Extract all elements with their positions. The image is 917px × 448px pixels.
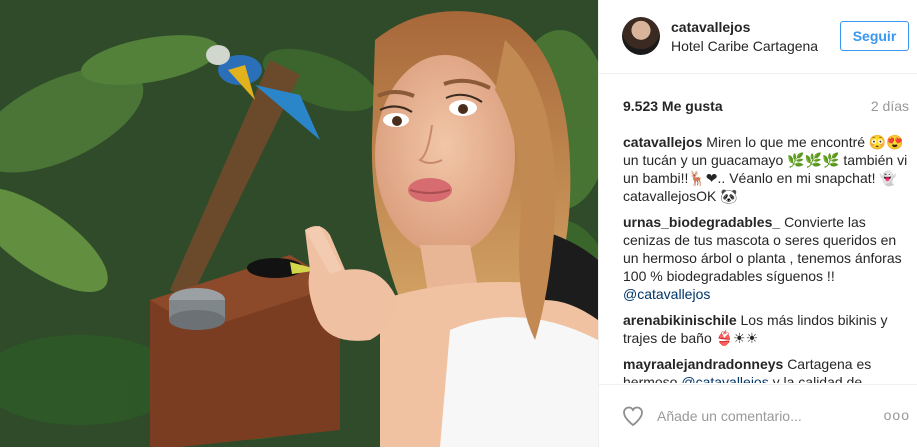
comment-text-tail: y la calidad de — [768, 374, 863, 383]
post-time[interactable]: 2 días — [871, 98, 909, 114]
follow-button[interactable]: Seguir — [840, 21, 909, 51]
add-comment-input[interactable] — [657, 405, 847, 427]
comment-username[interactable]: arenabikinischile — [623, 312, 737, 328]
selfie-with-macaw-image — [0, 0, 598, 447]
location-link[interactable]: Hotel Caribe Cartagena — [671, 38, 821, 54]
more-options-icon[interactable]: ooo — [884, 407, 910, 423]
comment-mention[interactable]: @catavallejos — [623, 286, 710, 302]
comment-item: urnas_biodegradables_ Convierte las ceni… — [623, 213, 908, 303]
likes-count[interactable]: 9.523 Me gusta — [623, 98, 723, 114]
username-link[interactable]: catavallejos — [671, 19, 750, 35]
comment-item: catavallejos Miren lo que me encontré 😳😍… — [623, 133, 908, 205]
comment-username[interactable]: catavallejos — [623, 134, 702, 150]
comment-mention[interactable]: @catavallejos — [681, 374, 768, 383]
heart-icon[interactable] — [621, 404, 645, 428]
comments-list: catavallejos Miren lo que me encontré 😳😍… — [623, 133, 908, 383]
post-stats: 9.523 Me gusta 2 días — [599, 74, 917, 118]
post-sidebar: catavallejos Hotel Caribe Cartagena Segu… — [598, 0, 917, 447]
post-photo[interactable] — [0, 0, 598, 447]
post-actions: ooo — [599, 384, 917, 448]
comment-item: mayraalejandradonneys Cartagena es hermo… — [623, 355, 908, 383]
comment-item: arenabikinischile Los más lindos bikinis… — [623, 311, 908, 347]
avatar[interactable] — [622, 17, 660, 55]
post-header: catavallejos Hotel Caribe Cartagena Segu… — [599, 0, 917, 74]
comment-username[interactable]: urnas_biodegradables_ — [623, 214, 780, 230]
comment-username[interactable]: mayraalejandradonneys — [623, 356, 783, 372]
